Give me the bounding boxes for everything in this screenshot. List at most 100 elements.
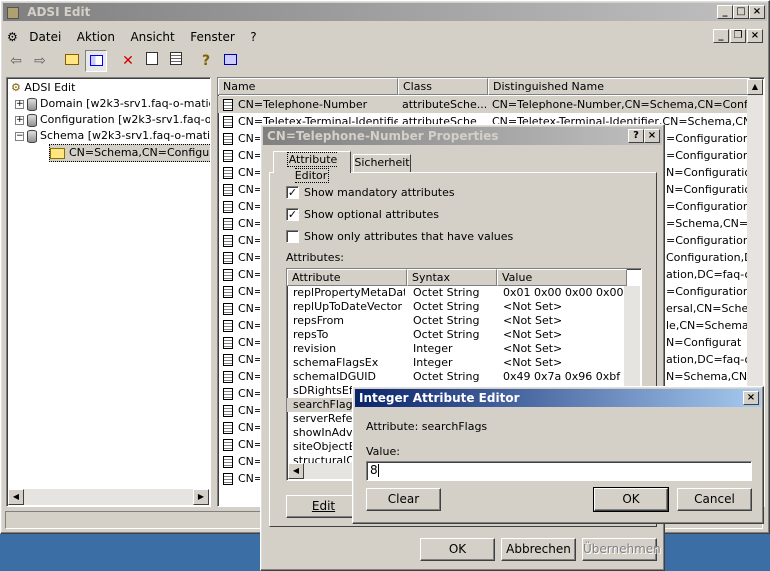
document-icon xyxy=(223,269,233,281)
cancel-button[interactable]: Abbrechen xyxy=(501,538,576,561)
attribute-name: repsTo xyxy=(293,328,329,341)
document-icon xyxy=(223,150,233,162)
menu-help[interactable]: ? xyxy=(244,28,262,46)
scroll-up-button[interactable]: ▲ xyxy=(747,79,763,95)
attribute-row[interactable]: repsTo Octet String <Not Set> xyxy=(287,328,627,342)
attribute-value: 0x49 0x7a 0x96 0xbf 0xe6 xyxy=(503,370,627,383)
close-button[interactable]: × xyxy=(749,5,765,19)
collapse-icon[interactable]: − xyxy=(15,131,24,141)
console-icon[interactable] xyxy=(219,50,241,72)
menu-datei[interactable]: Datei xyxy=(23,28,67,46)
document-icon xyxy=(223,235,233,247)
document-icon xyxy=(223,133,233,145)
tree-root[interactable]: ⚙ ADSI Edit xyxy=(11,80,75,96)
database-icon xyxy=(27,97,37,111)
up-folder-icon[interactable] xyxy=(61,50,83,72)
delete-icon[interactable]: ✕ xyxy=(117,50,139,72)
tab-attribute-editor[interactable]: Attribute Editor xyxy=(273,151,351,183)
scroll-left-button[interactable]: ◀ xyxy=(288,463,304,479)
tab-sicherheit[interactable]: Sicherheit xyxy=(353,154,411,172)
menu-aktion[interactable]: Aktion xyxy=(71,28,121,46)
document-icon xyxy=(223,252,233,264)
list-row[interactable]: CN=Telephone-Number attributeSche... CN=Te… xyxy=(218,96,750,113)
scroll-right-button[interactable]: ▶ xyxy=(193,489,209,505)
row-dn: =Schema,CN=Con xyxy=(666,217,750,230)
document-icon xyxy=(223,218,233,230)
attribute-syntax: Octet String xyxy=(413,300,480,313)
integer-editor-title: Integer Attribute Editor xyxy=(359,391,520,405)
row-dn: =Configuration,DC xyxy=(666,200,750,213)
close-button[interactable]: × xyxy=(644,129,660,143)
row-dn: le,CN=Schema,C xyxy=(666,319,750,332)
main-titlebar[interactable]: ADSI Edit _ □ × xyxy=(3,3,767,21)
document-icon xyxy=(223,201,233,213)
menu-icon[interactable]: ⚙ xyxy=(5,28,20,46)
edit-button[interactable]: Edit xyxy=(286,495,361,518)
properties-icon[interactable] xyxy=(141,50,163,72)
document-icon xyxy=(223,388,233,400)
col-header-dn[interactable]: Distinguished Name xyxy=(488,78,750,95)
tree-hscrollbar[interactable]: ◀ ▶ xyxy=(8,489,209,505)
row-dn: =Configuration,DC xyxy=(666,285,750,298)
attribute-row[interactable]: revision Integer <Not Set> xyxy=(287,342,627,356)
child-close-button[interactable]: × xyxy=(747,29,763,43)
document-icon xyxy=(223,422,233,434)
document-icon xyxy=(223,354,233,366)
show-optional-checkbox[interactable]: ✓ xyxy=(286,208,299,221)
document-icon xyxy=(223,184,233,196)
menu-fenster[interactable]: Fenster xyxy=(184,28,241,46)
close-button[interactable]: × xyxy=(743,391,759,405)
tree-pane: ⚙ ADSI Edit + Domain [w2k3-srv1.faq-o-mat… xyxy=(6,77,211,507)
col-header-class[interactable]: Class xyxy=(398,78,488,95)
show-hide-tree-icon[interactable] xyxy=(85,50,107,72)
help-button[interactable]: ? xyxy=(628,129,644,143)
help-icon[interactable]: ? xyxy=(195,50,217,72)
child-restore-button[interactable]: ❐ xyxy=(730,29,746,43)
col-header-name[interactable]: Name xyxy=(218,78,398,95)
document-icon xyxy=(223,286,233,298)
properties-titlebar[interactable]: CN=Telephone-Number Properties ? × xyxy=(263,127,662,145)
clear-button[interactable]: Clear xyxy=(366,488,441,511)
cancel-button[interactable]: Cancel xyxy=(677,488,752,511)
child-minimize-button[interactable]: _ xyxy=(713,29,729,43)
expand-icon[interactable]: + xyxy=(15,115,24,125)
row-dn: =Configuration,D xyxy=(666,132,750,145)
menu-ansicht[interactable]: Ansicht xyxy=(124,28,180,46)
attribute-row[interactable]: replPropertyMetaData Octet String 0x01 0x0… xyxy=(287,286,627,300)
attribute-name: replPropertyMetaData xyxy=(293,286,405,299)
show-only-values-checkbox[interactable] xyxy=(286,230,299,243)
attribute-row[interactable]: repsFrom Octet String <Not Set> xyxy=(287,314,627,328)
scroll-left-button[interactable]: ◀ xyxy=(8,489,24,505)
expand-icon[interactable]: + xyxy=(15,99,24,109)
attribute-row[interactable]: schemaFlagsEx Integer <Not Set> xyxy=(287,356,627,370)
forward-icon[interactable]: ⇨ xyxy=(29,50,51,72)
maximize-button[interactable]: □ xyxy=(733,5,749,19)
row-dn: =Configuration,DC xyxy=(666,234,750,247)
show-mandatory-checkbox[interactable]: ✓ xyxy=(286,186,299,199)
value-input[interactable]: 8 xyxy=(366,461,752,481)
properties-title: CN=Telephone-Number Properties xyxy=(267,129,499,143)
col-header-value[interactable]: Value xyxy=(497,269,627,286)
attribute-row[interactable]: schemaIDGUID Octet String 0x49 0x7a 0x96 0… xyxy=(287,370,627,384)
col-header-syntax[interactable]: Syntax xyxy=(407,269,497,286)
show-mandatory-label: Show mandatory attributes xyxy=(304,186,455,199)
tree-item-configuration[interactable]: +Configuration [w2k3-srv1.faq-o-matic.ne… xyxy=(15,112,210,128)
document-icon xyxy=(223,456,233,468)
export-list-icon[interactable] xyxy=(165,50,187,72)
row-dn: N=Configuration, xyxy=(666,183,750,196)
tree-item-schema[interactable]: −Schema [w2k3-srv1.faq-o-matic.net] xyxy=(15,128,210,144)
integer-editor-titlebar[interactable]: Integer Attribute Editor × xyxy=(355,389,761,407)
show-optional-label: Show optional attributes xyxy=(304,208,439,221)
attribute-syntax: Integer xyxy=(413,356,453,369)
minimize-button[interactable]: _ xyxy=(717,5,733,19)
apply-button[interactable]: Übernehmen xyxy=(582,538,661,561)
row-dn: CN=Telephone-Number,CN=Schema,CN=Configu… xyxy=(492,98,750,111)
ok-button[interactable]: OK xyxy=(593,487,669,512)
col-header-attribute[interactable]: Attribute xyxy=(287,269,407,286)
back-icon[interactable]: ⇦ xyxy=(5,50,27,72)
tree-item-domain[interactable]: +Domain [w2k3-srv1.faq-o-matic.net] xyxy=(15,96,210,112)
integer-attribute-editor: Integer Attribute Editor × Attribute: se… xyxy=(352,386,764,524)
tree-item-schema-container[interactable]: CN=Schema,CN=Configuration,DC=faq-o-mati… xyxy=(49,144,210,162)
attribute-row[interactable]: replUpToDateVector Octet String <Not Set> xyxy=(287,300,627,314)
ok-button[interactable]: OK xyxy=(420,538,495,561)
